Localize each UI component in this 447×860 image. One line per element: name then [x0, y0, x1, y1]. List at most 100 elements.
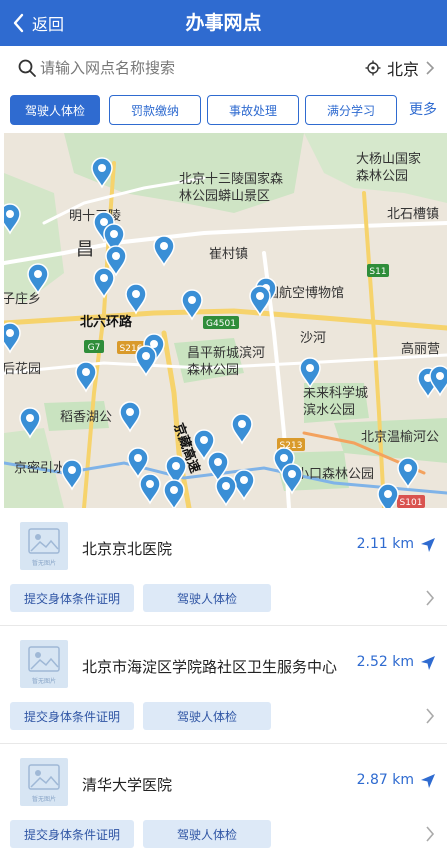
map-label-shisanling2: 林公园蟒山景区: [179, 189, 270, 204]
item-distance: 2.11 km: [356, 536, 414, 552]
location-pin-dot: [384, 490, 392, 498]
tag-button-submit-proof[interactable]: 提交身体条件证明: [10, 702, 134, 730]
map-canvas: S11 G4501 G7 S216 S213 S101 北京十三陵国家森 林公园…: [4, 133, 447, 508]
thumbnail-caption: 暂无图片: [31, 796, 56, 803]
tag-button-checkup[interactable]: 驾驶人体检: [143, 584, 271, 612]
item-name: 北京市海淀区学院路社区卫生服务中心: [82, 658, 338, 676]
back-label: 返回: [32, 15, 65, 34]
location-pin-dot: [146, 480, 154, 488]
tab-driver-checkup[interactable]: 驾驶人体检: [10, 95, 100, 125]
location-pin-dot: [132, 290, 140, 298]
tag-button-submit-proof[interactable]: 提交身体条件证明: [10, 584, 134, 612]
location-pin-dot: [306, 364, 314, 372]
search-bar: 北京: [0, 46, 447, 90]
road-s101-label: S101: [400, 498, 423, 508]
location-pin-dot: [404, 464, 412, 472]
map-label-cuicun: 崔村镇: [209, 246, 248, 262]
chevron-left-icon: [13, 13, 24, 33]
back-button[interactable]: 返回: [10, 8, 64, 38]
tag-button-checkup[interactable]: 驾驶人体检: [143, 820, 271, 848]
chevron-right-icon[interactable]: [425, 590, 435, 606]
road-s11-label: S11: [369, 267, 386, 277]
road-g7-label: G7: [88, 343, 101, 353]
item-name: 北京京北医院: [82, 540, 173, 558]
thumbnail-placeholder: 暂无图片: [20, 640, 68, 688]
chevron-right-icon[interactable]: [425, 826, 435, 842]
road-g4501-label: G4501: [206, 319, 236, 329]
location-pin-dot: [134, 454, 142, 462]
page-title: 办事网点: [185, 12, 262, 34]
location-pin-dot: [288, 470, 296, 478]
thumbnail-placeholder: 暂无图片: [20, 522, 68, 570]
location-pin-dot: [26, 414, 34, 422]
map-label-dayang: 大杨山国家: [356, 151, 421, 167]
navigate-arrow-icon[interactable]: [419, 772, 437, 790]
map-label-shahe: 沙河: [300, 331, 326, 346]
location-pin-dot: [6, 329, 14, 337]
location-pin-dot: [68, 466, 76, 474]
results-list: 暂无图片 北京京北医院 2.11 km 提交身体条件证明 驾驶人体检 暂无图片 …: [0, 508, 447, 860]
location-pin-dot: [222, 482, 230, 490]
location-pin-dot: [112, 252, 120, 260]
map-view[interactable]: S11 G4501 G7 S216 S213 S101 北京十三陵国家森 林公园…: [4, 133, 447, 508]
location-pin-dot: [100, 218, 108, 226]
list-item[interactable]: 暂无图片 北京市海淀区学院路社区卫生服务中心 2.52 km 提交身体条件证明 …: [0, 626, 447, 744]
location-pin-dot: [200, 436, 208, 444]
map-label-daotiao: 稻香湖公: [60, 410, 112, 425]
map-label-houhua: 后花园: [4, 361, 41, 377]
search-input[interactable]: [40, 54, 330, 82]
location-pin-dot: [214, 458, 222, 466]
location-pin-dot: [142, 352, 150, 360]
map-label-shisanling: 北京十三陵国家森: [179, 171, 283, 187]
location-pin-dot: [240, 476, 248, 484]
tabs-more-link[interactable]: 更多: [409, 95, 437, 125]
map-label-beishicao: 北石槽镇: [387, 207, 439, 222]
location-pin-dot: [126, 408, 134, 416]
location-pin-dot: [110, 230, 118, 238]
locate-icon: [365, 60, 381, 76]
location-pin-dot: [160, 242, 168, 250]
map-label-beiliuhuan: 北六环路: [80, 314, 133, 330]
location-pin-dot: [34, 270, 42, 278]
tag-button-submit-proof[interactable]: 提交身体条件证明: [10, 820, 134, 848]
chevron-right-icon[interactable]: [425, 708, 435, 724]
item-distance: 2.87 km: [356, 772, 414, 788]
list-item[interactable]: 暂无图片 清华大学医院 2.87 km 提交身体条件证明 驾驶人体检: [0, 744, 447, 860]
location-pin-dot: [280, 454, 288, 462]
image-icon: [28, 528, 60, 554]
map-label-gaoli: 高丽营: [401, 341, 440, 357]
map-label-weilai2: 滨水公园: [303, 402, 355, 418]
map-label-chang: 昌: [76, 239, 94, 260]
map-label-zhuang: 子庄乡: [4, 291, 41, 307]
location-pin-dot: [82, 368, 90, 376]
tab-full-score-study[interactable]: 满分学习: [305, 95, 397, 125]
navigate-arrow-icon[interactable]: [419, 536, 437, 554]
map-label-wenyu: 北京温榆河公: [361, 430, 439, 445]
thumbnail-caption: 暂无图片: [31, 678, 56, 685]
list-item[interactable]: 暂无图片 北京京北医院 2.11 km 提交身体条件证明 驾驶人体检: [0, 508, 447, 626]
item-name: 清华大学医院: [82, 776, 173, 794]
location-pin-dot: [238, 420, 246, 428]
tab-accident-handling[interactable]: 事故处理: [207, 95, 299, 125]
location-pin-dot: [188, 296, 196, 304]
map-label-hangkong: 国航空博物馆: [266, 285, 344, 301]
location-pin-dot: [256, 292, 264, 300]
location-pin-dot: [98, 164, 106, 172]
city-selector[interactable]: 北京: [365, 54, 435, 82]
location-pin-dot: [6, 210, 14, 218]
city-label: 北京: [386, 60, 419, 79]
service-tabs: 驾驶人体检 罚款缴纳 事故处理 满分学习 更多: [0, 92, 447, 128]
map-label-changpingxin: 昌平新城滨河: [187, 345, 265, 361]
location-pin-dot: [100, 274, 108, 282]
navigate-arrow-icon[interactable]: [419, 654, 437, 672]
location-pin-dot: [436, 372, 444, 380]
top-nav-bar: 返回 办事网点: [0, 0, 447, 46]
search-icon: [18, 59, 36, 77]
image-icon: [28, 764, 60, 790]
map-label-xiaokou: 小口森林公园: [296, 467, 374, 482]
item-distance: 2.52 km: [356, 654, 414, 670]
tab-fine-payment[interactable]: 罚款缴纳: [109, 95, 201, 125]
chevron-right-icon: [426, 61, 435, 75]
tag-button-checkup[interactable]: 驾驶人体检: [143, 702, 271, 730]
map-label-changpingxin2: 森林公园: [187, 363, 239, 378]
